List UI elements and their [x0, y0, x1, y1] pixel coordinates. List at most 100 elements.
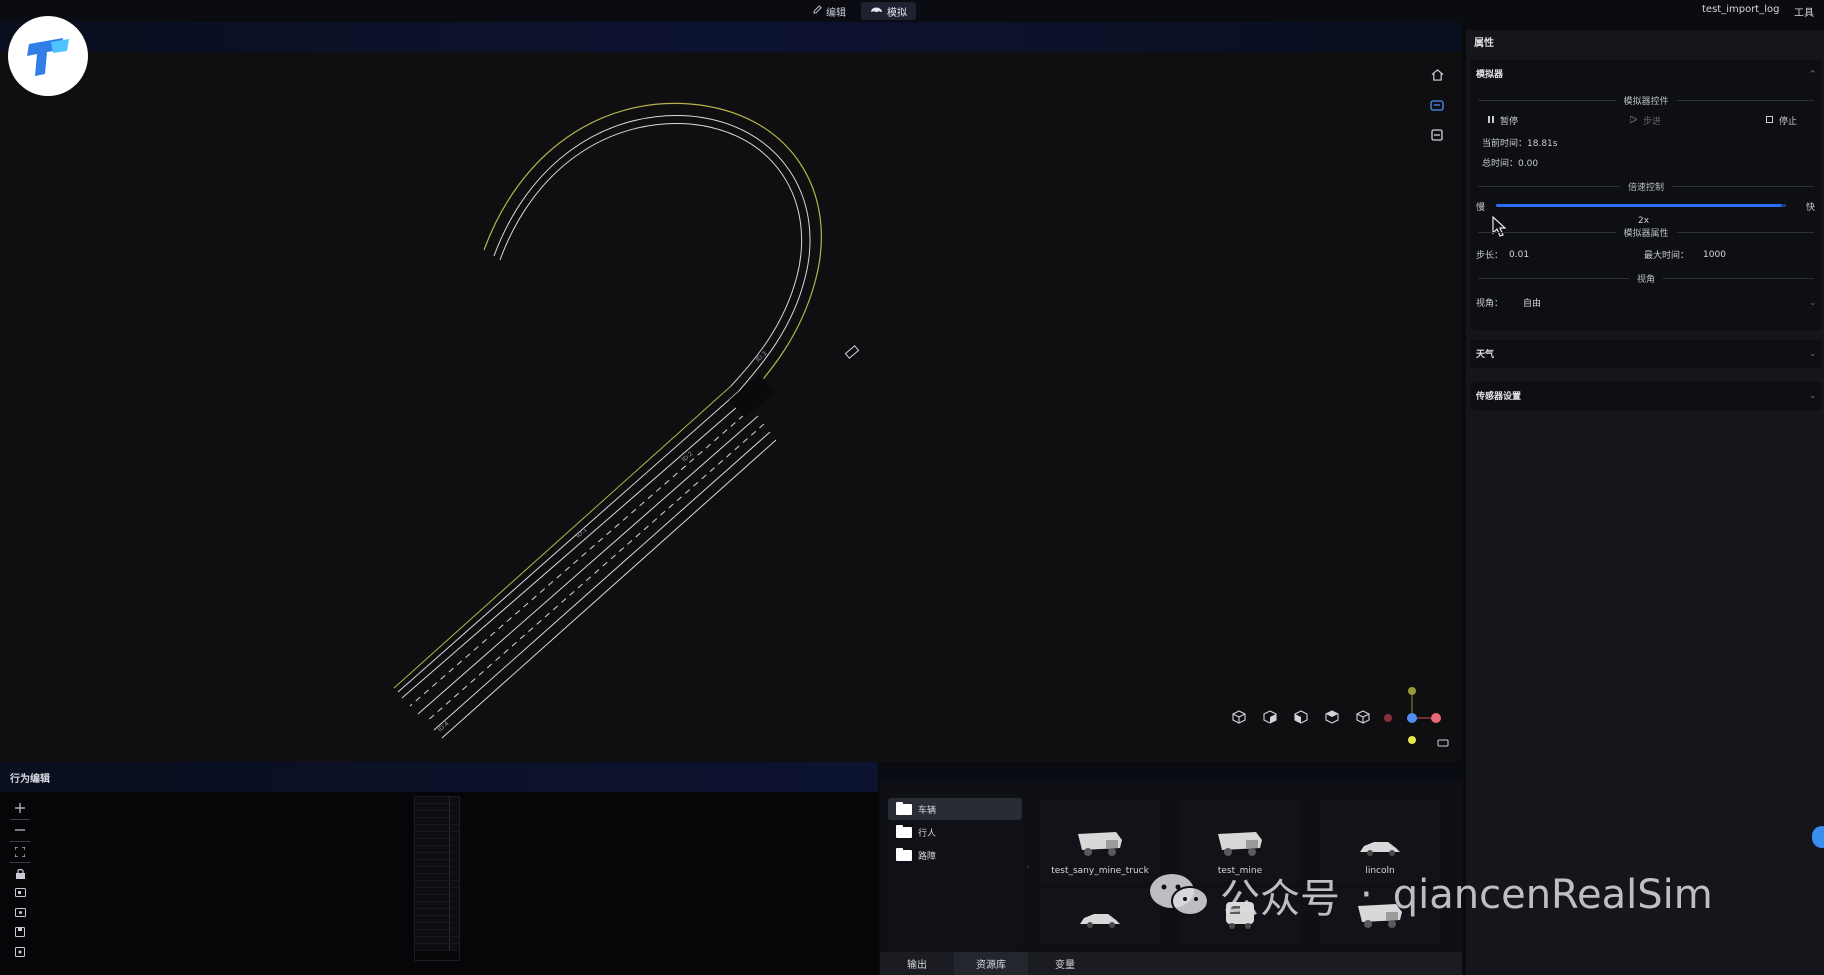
lock-icon[interactable] — [12, 866, 28, 882]
folder-label: 行人 — [918, 828, 937, 839]
view-divider: 视角 — [1470, 272, 1822, 285]
current-time: 当前时间：18.81s — [1482, 139, 1558, 149]
folder-icon — [896, 801, 912, 815]
cube-back-icon[interactable] — [1323, 708, 1341, 726]
node-row — [415, 832, 459, 839]
pencil-icon — [813, 5, 822, 17]
node-row — [415, 804, 459, 811]
asset-sedan[interactable] — [1040, 888, 1160, 944]
view-label: 视角： — [1476, 299, 1504, 309]
home-icon[interactable] — [1428, 66, 1446, 84]
record-icon[interactable] — [12, 904, 28, 920]
svg-text:ID:2: ID:2 — [681, 450, 695, 463]
asset-sany-mine-truck[interactable]: test_sany_mine_truck — [1040, 800, 1160, 882]
node-row — [415, 867, 459, 874]
chevron-down-icon: ⌄ — [1809, 390, 1816, 400]
cube-icon[interactable] — [1230, 708, 1248, 726]
road-edge-outer — [483, 102, 822, 401]
fast-label: 快 — [1806, 203, 1816, 213]
gizmo-toggle-icon[interactable] — [1434, 734, 1452, 752]
folder-obstacles[interactable]: 路障 — [888, 844, 1022, 866]
step-size-value[interactable]: 0.01 — [1509, 250, 1529, 260]
bottom-tabs: 输出 资源库 变量 — [880, 952, 1462, 975]
pause-button[interactable]: 暂停 — [1488, 114, 1518, 127]
camera-icon[interactable] — [12, 884, 28, 900]
tab-variables[interactable]: 变量 — [1028, 952, 1102, 975]
view-section-label: 视角 — [1637, 275, 1656, 285]
tools-menu[interactable]: 工具 — [1794, 4, 1814, 19]
road-lane-line-7 — [397, 391, 739, 693]
watermark-dot: · — [1360, 872, 1373, 918]
simulator-section-header[interactable]: 模拟器 ^ — [1470, 60, 1822, 86]
speed-divider: 倍速控制 — [1470, 180, 1822, 193]
max-time-field: 最大时间： 1000 — [1644, 248, 1726, 262]
step-size-label: 步长： — [1476, 251, 1504, 261]
floating-assistant-button[interactable] — [1812, 826, 1824, 848]
folder-pedestrians[interactable]: 行人 — [888, 821, 1022, 843]
scene-vehicle-marker — [844, 345, 860, 359]
properties-title: 属性 — [1474, 38, 1494, 49]
sensors-section-header[interactable]: 传感器设置 ⌄ — [1470, 382, 1822, 408]
cube-top-icon[interactable] — [1354, 708, 1372, 726]
cube-front-icon[interactable] — [1261, 708, 1279, 726]
stop-button[interactable]: 停止 — [1766, 114, 1797, 127]
car-view-icon[interactable] — [1428, 96, 1446, 114]
speed-slider[interactable] — [1470, 204, 1822, 207]
node-row — [415, 881, 459, 888]
collapse-arrow-icon[interactable]: ‹ — [1026, 862, 1029, 871]
road-lane-line-4 — [417, 415, 759, 715]
speed-value: 2x — [1638, 216, 1650, 226]
folder-label: 车辆 — [918, 805, 937, 816]
simulator-section: 模拟器 ^ 模拟器控件 暂停 步进 停止 当前时间：18.81s 总时间：0.0… — [1470, 60, 1822, 330]
weather-title: 天气 — [1476, 349, 1495, 360]
layers-icon[interactable] — [1428, 126, 1446, 144]
road-lane-line-3 — [409, 407, 753, 707]
mine-truck-icon — [1078, 832, 1122, 856]
step-size-field: 步长： 0.01 — [1476, 248, 1529, 262]
road-lane-line-5 — [425, 423, 765, 723]
node-row — [415, 944, 459, 951]
svg-text:ID:3: ID:3 — [755, 350, 769, 363]
step-button[interactable]: 步进 — [1629, 114, 1661, 127]
wechat-icon — [1150, 874, 1209, 916]
pause-icon — [1488, 115, 1494, 126]
controls-label: 模拟器控件 — [1623, 97, 1669, 107]
node-row — [415, 909, 459, 916]
viewport-header-strip — [0, 22, 1462, 52]
watermark-text-2: qiancenRealSim — [1392, 872, 1713, 918]
node-row — [415, 937, 459, 944]
simulator-title: 模拟器 — [1476, 69, 1504, 80]
scene-viewport[interactable]: ID:1 ID:2 ID:3 ID:4 — [0, 52, 1462, 762]
tab-simulate[interactable]: 模拟 — [861, 2, 916, 20]
watermark: 公众号 · qiancenRealSim — [1148, 866, 1713, 924]
props-label: 模拟器属性 — [1623, 229, 1669, 239]
export-icon[interactable] — [12, 944, 28, 960]
tab-output[interactable]: 输出 — [880, 952, 954, 975]
minus-icon[interactable] — [12, 822, 28, 838]
cube-side-icon[interactable] — [1292, 708, 1310, 726]
node-row — [415, 923, 459, 930]
play-icon — [1629, 114, 1639, 126]
road-lane-line-2 — [401, 399, 746, 699]
behavior-node-list[interactable] — [414, 796, 460, 961]
weather-section-header[interactable]: 天气 ⌄ — [1470, 340, 1822, 366]
tab-edit[interactable]: 编辑 — [804, 2, 855, 20]
behavior-editor: 行为编辑 — [0, 762, 878, 975]
watermark-text-1: 公众号 — [1220, 876, 1340, 922]
app-logo — [8, 16, 88, 96]
project-name: test_import_log — [1702, 4, 1780, 15]
folder-list: 车辆 行人 路障 — [888, 798, 1022, 948]
road-lane-line-1 — [499, 123, 803, 387]
max-time-value[interactable]: 1000 — [1703, 250, 1726, 260]
road-network: ID:1 ID:2 ID:3 ID:4 — [393, 102, 860, 739]
road-edge-straight — [441, 439, 777, 739]
fit-icon[interactable] — [12, 844, 28, 860]
plus-icon[interactable] — [12, 800, 28, 816]
sensors-title: 传感器设置 — [1476, 391, 1522, 402]
tab-resource-library[interactable]: 资源库 — [954, 952, 1028, 975]
folder-vehicles[interactable]: 车辆 — [888, 798, 1022, 820]
save-icon[interactable] — [12, 924, 28, 940]
sedan-icon — [1080, 914, 1120, 928]
node-row — [415, 888, 459, 895]
view-select[interactable]: 视角： 自由 ⌄ — [1476, 296, 1816, 309]
